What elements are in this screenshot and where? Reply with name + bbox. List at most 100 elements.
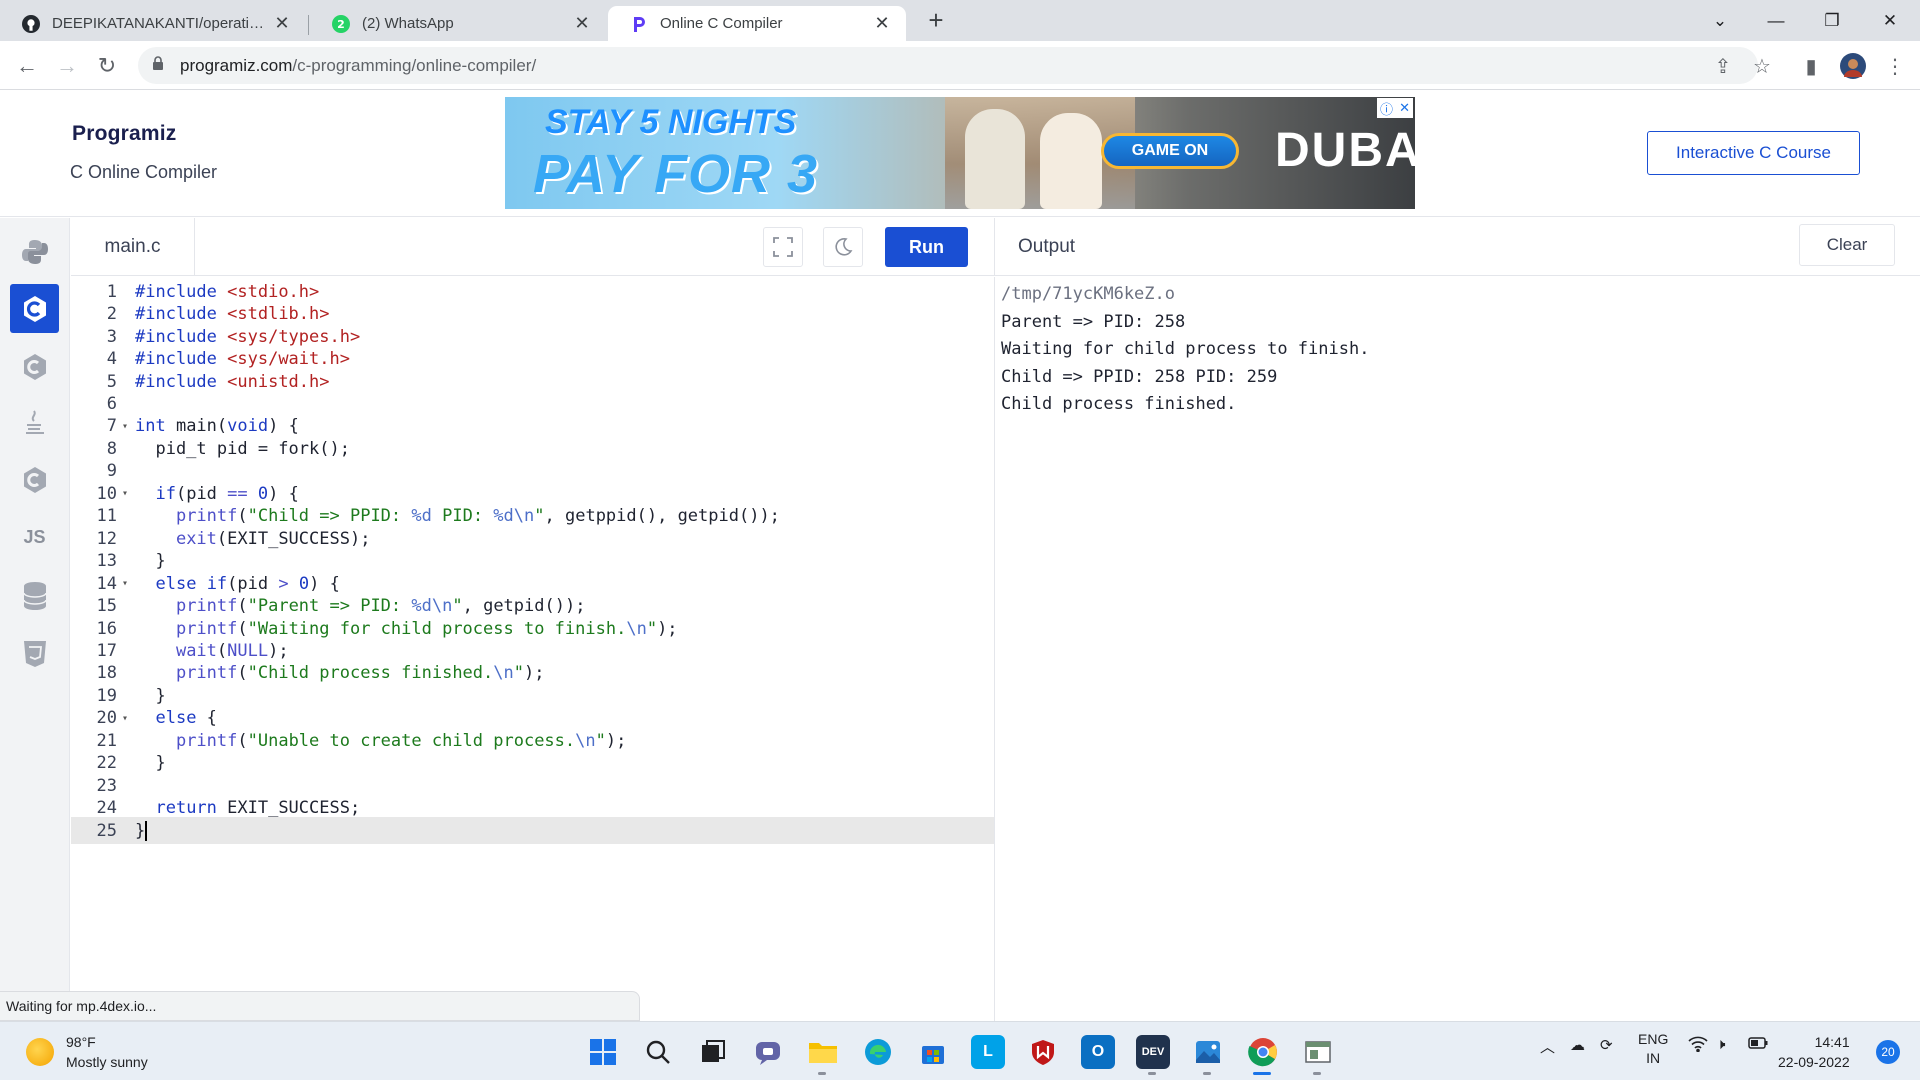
advertisement-banner[interactable]: STAY 5 NIGHTS PAY FOR 3 GAME ON DUBAI ⓘ … (505, 97, 1415, 209)
new-tab-plus-icon[interactable]: + (922, 6, 950, 34)
mcafee-shield-icon[interactable] (1026, 1035, 1060, 1069)
output-console: /tmp/71ycKM6keZ.o Parent => PID: 258 Waiti… (994, 277, 1920, 1021)
minimize-icon[interactable]: — (1748, 0, 1804, 41)
address-bar[interactable]: programiz.com/c-programming/online-compi… (138, 47, 1758, 84)
notification-count-badge[interactable]: 20 (1876, 1040, 1900, 1064)
fold-arrow-icon[interactable]: ▾ (117, 488, 133, 499)
line-number: 12 (96, 528, 117, 549)
code-text: #include <sys/wait.h> (135, 349, 350, 370)
editor-header: main.c Run (71, 218, 994, 276)
line-number: 19 (96, 685, 117, 706)
close-icon[interactable]: ✕ (572, 13, 592, 34)
photos-icon[interactable] (1191, 1035, 1225, 1069)
output-binary-path: /tmp/71ycKM6keZ.o (1001, 284, 1175, 304)
ad-info-icon[interactable]: ⓘ (1380, 99, 1393, 118)
java-icon[interactable] (10, 398, 59, 447)
fold-arrow-icon[interactable]: ▾ (117, 421, 133, 432)
code-line[interactable]: 25} (71, 816, 994, 845)
weather-widget[interactable]: 98°F Mostly sunny (26, 1032, 148, 1072)
js-icon[interactable]: JS (10, 513, 59, 562)
ad-controls[interactable]: ⓘ ✕ (1377, 98, 1413, 118)
output-line: Waiting for child process to finish. (1001, 339, 1370, 359)
tab-whatsapp[interactable]: 2 (2) WhatsApp ✕ (310, 6, 606, 41)
restore-icon[interactable]: ❐ (1804, 0, 1860, 41)
close-icon[interactable]: ✕ (872, 13, 892, 34)
url-path: /c-programming/online-compiler/ (292, 55, 537, 75)
dev-cpp-icon[interactable]: DEV (1136, 1035, 1170, 1069)
output-line: Parent => PID: 258 (1001, 311, 1186, 332)
search-icon[interactable] (641, 1035, 675, 1069)
code-text: } (135, 551, 166, 572)
outlook-icon[interactable]: O (1081, 1035, 1115, 1069)
dark-mode-moon-icon[interactable] (823, 227, 863, 267)
fullscreen-icon[interactable] (763, 227, 803, 267)
run-button[interactable]: Run (885, 227, 968, 267)
ad-close-icon[interactable]: ✕ (1399, 100, 1410, 116)
notepad-app-icon[interactable] (1301, 1035, 1335, 1069)
reload-icon[interactable]: ↻ (92, 51, 122, 81)
clock-date: 22-09-2022 (1778, 1054, 1850, 1070)
interactive-course-button[interactable]: Interactive C Course (1647, 131, 1860, 175)
l-app-icon[interactable]: L (971, 1035, 1005, 1069)
onedrive-cloud-icon[interactable]: ☁ (1570, 1036, 1585, 1054)
close-window-icon[interactable]: ✕ (1862, 0, 1918, 41)
fold-arrow-icon[interactable]: ▾ (117, 713, 133, 724)
output-title: Output (1018, 236, 1076, 257)
tab-title: DEEPIKATANAKANTI/operating-s (52, 15, 272, 32)
cpp-icon[interactable] (10, 342, 59, 391)
clear-button[interactable]: Clear (1799, 224, 1895, 266)
microsoft-store-icon[interactable] (916, 1035, 950, 1069)
chrome-icon[interactable] (1246, 1035, 1280, 1069)
output-header: Output Clear (994, 218, 1920, 276)
line-number: 23 (96, 775, 117, 796)
code-editor[interactable]: 1 #include <stdio.h> 2 #include <stdlib.h> 3… (71, 277, 994, 1021)
teams-chat-icon[interactable] (751, 1035, 785, 1069)
python-icon[interactable] (10, 227, 59, 276)
code-text: #include <stdio.h> (135, 281, 320, 302)
line-number: 18 (96, 663, 117, 684)
ad-cta-button[interactable]: GAME ON (1101, 133, 1239, 169)
running-indicator (1313, 1072, 1321, 1075)
chevron-down-icon[interactable]: ⌄ (1692, 0, 1748, 41)
site-header: Programiz C Online Compiler STAY 5 NIGHT… (0, 90, 1920, 217)
tab-online-c-compiler[interactable]: Online C Compiler ✕ (608, 6, 906, 41)
output-line: Child => PPID: 258 PID: 259 (1001, 366, 1278, 387)
code-text: #include <sys/types.h> (135, 326, 361, 347)
code-text: #include <unistd.h> (135, 371, 330, 392)
system-clock[interactable]: 14:41 22-09-2022 (1778, 1032, 1850, 1072)
back-arrow-icon[interactable]: ← (12, 51, 42, 81)
running-indicator (1203, 1072, 1211, 1075)
html-icon[interactable] (10, 629, 59, 678)
show-hidden-icons-chevron-icon[interactable]: ︿ (1540, 1036, 1555, 1057)
avatar[interactable] (1838, 51, 1868, 81)
file-explorer-icon[interactable] (806, 1035, 840, 1069)
side-panel-icon[interactable]: ▮ (1796, 51, 1826, 81)
c-icon[interactable] (10, 284, 59, 333)
line-number: 6 (106, 394, 117, 414)
bookmark-star-icon[interactable]: ☆ (1747, 51, 1777, 81)
edge-browser-icon[interactable] (861, 1035, 895, 1069)
programiz-logo[interactable]: Programiz (72, 122, 177, 146)
sync-icon[interactable]: ⟳ (1600, 1036, 1613, 1054)
file-tab-main-c[interactable]: main.c (71, 218, 195, 275)
sql-icon[interactable] (10, 571, 59, 620)
fold-arrow-icon[interactable]: ▾ (117, 578, 133, 589)
logo-text: Programiz (72, 122, 177, 145)
more-menu-icon[interactable]: ⋮ (1880, 51, 1910, 81)
ad-subheadline: PAY FOR 3 (533, 144, 819, 204)
language-indicator[interactable]: ENG IN (1638, 1030, 1668, 1068)
forward-arrow-icon[interactable]: → (52, 51, 82, 81)
share-icon[interactable]: ⇪ (1708, 51, 1738, 81)
ad-brand: DUBAI (1275, 124, 1415, 177)
wifi-icon[interactable] (1688, 1036, 1708, 1056)
speaker-muted-icon[interactable]: 🕨 (1716, 1036, 1725, 1053)
active-app-indicator (1253, 1072, 1271, 1075)
task-view-icon[interactable] (696, 1035, 730, 1069)
tab-github[interactable]: DEEPIKATANAKANTI/operating-s ✕ (0, 6, 306, 41)
line-number: 11 (96, 506, 117, 527)
battery-icon[interactable] (1748, 1036, 1768, 1054)
csharp-icon[interactable] (10, 455, 59, 504)
ad-person-image (1040, 113, 1102, 209)
close-icon[interactable]: ✕ (272, 13, 292, 34)
windows-start-icon[interactable] (586, 1035, 620, 1069)
